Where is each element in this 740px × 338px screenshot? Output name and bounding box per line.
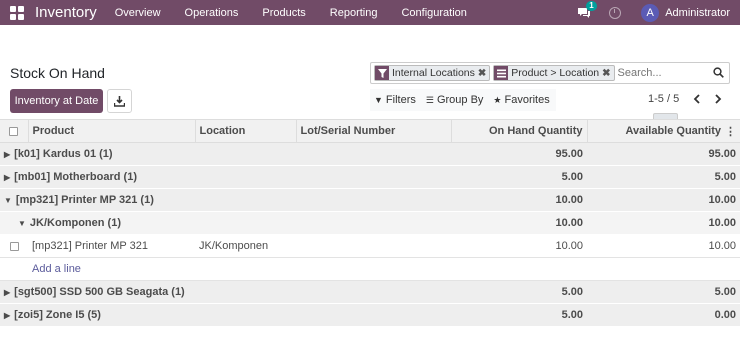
- download-icon[interactable]: [107, 89, 132, 113]
- group-available: 95.00: [587, 142, 740, 166]
- group-row[interactable]: ▶ [zoi5] Zone I5 (5) 5.00 0.00: [0, 303, 740, 327]
- facet-label: Internal Locations: [392, 67, 475, 79]
- group-label: [zoi5] Zone I5 (5): [14, 309, 101, 321]
- add-line-row: Add a line: [0, 257, 740, 281]
- bars-icon: ☰: [425, 94, 434, 105]
- chevron-left-icon[interactable]: [689, 89, 703, 109]
- menu-reporting[interactable]: Reporting: [330, 7, 378, 19]
- table-header: Product Location Lot/Serial Number On Ha…: [0, 119, 740, 143]
- group-row[interactable]: ▶ [k01] Kardus 01 (1) 95.00 95.00: [0, 142, 740, 166]
- group-available: 5.00: [587, 165, 740, 189]
- app-name[interactable]: Inventory: [35, 4, 97, 21]
- group-row-expanded[interactable]: ▼ [mp321] Printer MP 321 (1) 10.00 10.00: [0, 188, 740, 212]
- search-box[interactable]: Internal Locations ✖ Product > Location …: [370, 62, 730, 84]
- select-all-checkbox[interactable]: [0, 119, 29, 143]
- search-panel-options: ▼ Filters ☰ Group By ★ Favorites: [370, 89, 556, 111]
- group-on-hand: 5.00: [451, 165, 587, 189]
- inventory-at-date-button[interactable]: Inventory at Date: [10, 89, 103, 113]
- facet-internal-locations[interactable]: Internal Locations ✖: [374, 65, 491, 81]
- group-by-label: Group By: [436, 94, 484, 106]
- favorites-label: Favorites: [504, 94, 550, 106]
- top-navbar: Inventory Overview Operations Products R…: [0, 0, 740, 25]
- cell-available[interactable]: 10.00: [587, 234, 740, 258]
- group-available: 0.00: [587, 303, 740, 327]
- favorites-dropdown[interactable]: ★ Favorites: [493, 94, 549, 106]
- subgroup-on-hand: 10.00: [451, 211, 587, 235]
- caret-right-icon: ▶: [4, 311, 11, 320]
- caret-right-icon: ▶: [4, 173, 11, 182]
- main-menu: Overview Operations Products Reporting C…: [115, 7, 491, 19]
- menu-overview[interactable]: Overview: [115, 7, 161, 19]
- subgroup-row-expanded[interactable]: ▼ JK/Komponen (1) 10.00 10.00: [0, 211, 740, 235]
- search-icon[interactable]: [713, 67, 724, 81]
- facet-remove-icon[interactable]: ✖: [602, 68, 613, 79]
- apps-menu-icon[interactable]: [10, 5, 24, 20]
- filter-icon: ▼: [374, 95, 383, 105]
- filters-label: Filters: [385, 94, 416, 106]
- facet-groupby[interactable]: Product > Location ✖: [493, 65, 615, 81]
- control-panel: Stock On Hand Inventory at Date Internal…: [0, 25, 740, 135]
- group-row[interactable]: ▶ [mb01] Motherboard (1) 5.00 5.00: [0, 165, 740, 189]
- star-icon: ★: [493, 94, 502, 105]
- group-label: [k01] Kardus 01 (1): [14, 148, 113, 160]
- column-available-label: Available Quantity: [625, 124, 721, 137]
- systray: 1 A Administrator: [577, 0, 730, 25]
- subgroup-available: 10.00: [587, 211, 740, 235]
- user-name[interactable]: Administrator: [665, 7, 730, 19]
- caret-down-icon: ▼: [4, 196, 12, 205]
- menu-products[interactable]: Products: [262, 7, 305, 19]
- menu-operations[interactable]: Operations: [185, 7, 239, 19]
- page-title: Stock On Hand: [10, 65, 105, 81]
- pager-value[interactable]: 1-5 / 5: [648, 93, 679, 105]
- cell-location[interactable]: JK/Komponen: [195, 234, 296, 258]
- column-location[interactable]: Location: [195, 119, 297, 143]
- group-available: 10.00: [587, 188, 740, 212]
- menu-configuration[interactable]: Configuration: [401, 7, 466, 19]
- facet-remove-icon[interactable]: ✖: [478, 68, 489, 79]
- cell-product[interactable]: [mp321] Printer MP 321: [28, 234, 195, 258]
- caret-right-icon: ▶: [4, 150, 11, 159]
- avatar[interactable]: A: [641, 3, 660, 22]
- activity-clock-icon[interactable]: [609, 6, 622, 19]
- table-row[interactable]: [mp321] Printer MP 321 JK/Komponen 10.00…: [0, 234, 740, 258]
- column-on-hand[interactable]: On Hand Quantity: [451, 119, 588, 143]
- group-on-hand: 95.00: [451, 142, 587, 166]
- column-available[interactable]: ⋮ Available Quantity: [587, 119, 740, 143]
- group-by-icon: [494, 66, 509, 80]
- stock-table: Product Location Lot/Serial Number On Ha…: [0, 119, 740, 327]
- add-line-link[interactable]: Add a line: [32, 263, 81, 275]
- cell-lot[interactable]: [296, 234, 451, 258]
- group-label: [sgt500] SSD 500 GB Seagata (1): [14, 286, 185, 298]
- group-label: [mb01] Motherboard (1): [14, 171, 137, 183]
- subgroup-label: JK/Komponen (1): [29, 217, 121, 229]
- group-by-dropdown[interactable]: ☰ Group By: [426, 94, 484, 106]
- column-lot[interactable]: Lot/Serial Number: [296, 119, 452, 143]
- group-row[interactable]: ▶ [sgt500] SSD 500 GB Seagata (1) 5.00 5.…: [0, 280, 740, 304]
- caret-down-icon: ▼: [18, 219, 26, 228]
- filter-icon: [375, 66, 389, 80]
- search-input[interactable]: [617, 67, 718, 79]
- group-available: 5.00: [587, 280, 740, 304]
- caret-right-icon: ▶: [4, 288, 11, 297]
- column-product[interactable]: Product: [28, 119, 196, 143]
- facet-label: Product > Location: [511, 67, 600, 79]
- group-on-hand: 5.00: [451, 280, 587, 304]
- chat-icon[interactable]: 1: [577, 0, 597, 19]
- chat-badge: 1: [586, 0, 597, 11]
- chevron-right-icon[interactable]: [711, 89, 725, 109]
- row-checkbox[interactable]: [0, 234, 28, 258]
- optional-columns-icon[interactable]: ⋮: [725, 125, 736, 138]
- cell-on-hand[interactable]: 10.00: [451, 234, 587, 258]
- group-label: [mp321] Printer MP 321 (1): [15, 194, 154, 206]
- filters-dropdown[interactable]: ▼ Filters: [374, 94, 416, 106]
- group-on-hand: 5.00: [451, 303, 587, 327]
- group-on-hand: 10.00: [451, 188, 587, 212]
